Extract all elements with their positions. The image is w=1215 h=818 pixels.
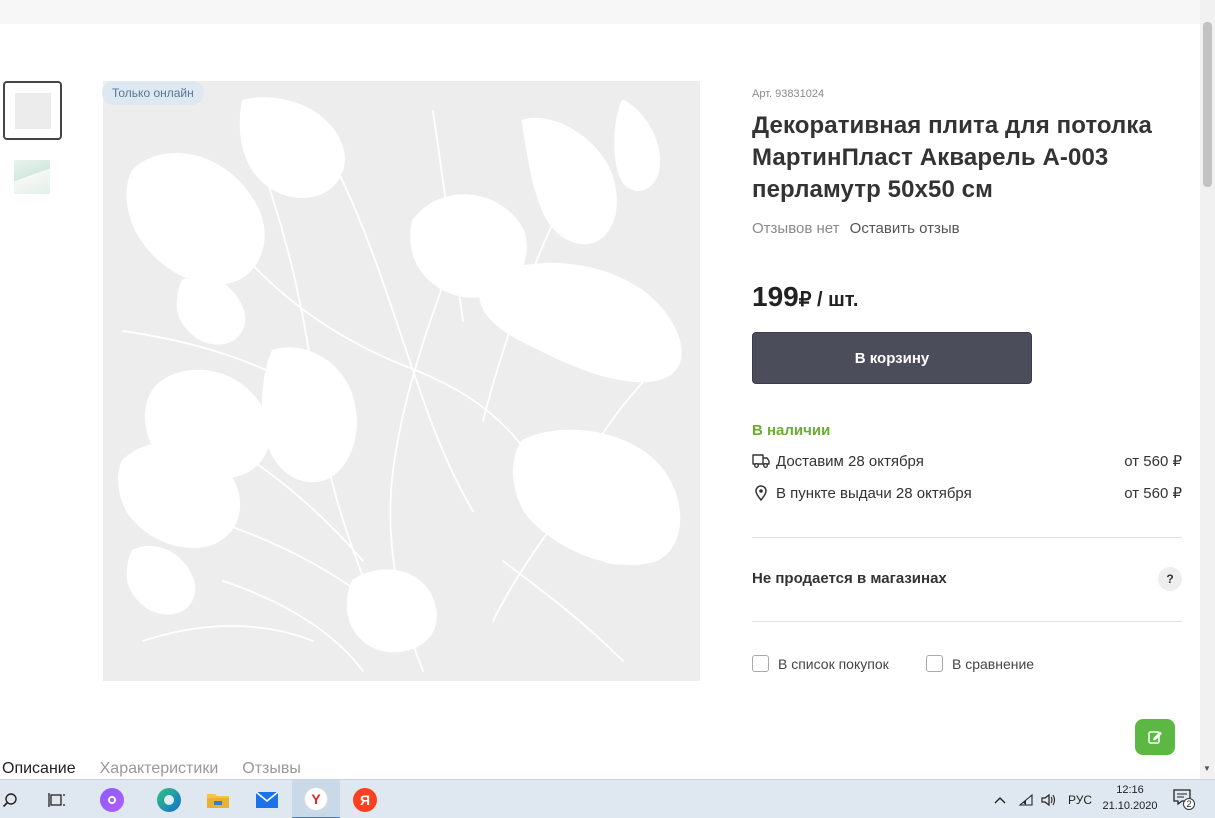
mail-icon[interactable]	[252, 780, 282, 818]
add-to-cart-button[interactable]: В корзину	[752, 332, 1032, 384]
compare-checkbox[interactable]: В сравнение	[926, 655, 1034, 672]
yandex-icon[interactable]: Я	[350, 780, 380, 818]
article-number: Арт. 93831024	[752, 88, 825, 100]
notifications-icon[interactable]: 2	[1173, 789, 1195, 811]
pickup-row: В пункте выдачи 28 октября от 560 ₽	[752, 484, 1182, 502]
clock-date: 21.10.2020	[1102, 800, 1158, 812]
scroll-down-arrow-icon[interactable]: ▼	[1203, 765, 1211, 773]
edit-icon	[1148, 731, 1162, 744]
checkbox-box[interactable]	[752, 655, 769, 672]
feedback-button[interactable]	[1135, 719, 1175, 755]
volume-icon[interactable]	[1040, 780, 1058, 818]
shopping-list-checkbox[interactable]: В список покупок	[752, 655, 889, 672]
search-icon[interactable]	[0, 780, 20, 818]
product-image[interactable]	[103, 81, 700, 681]
task-view-icon[interactable]	[45, 780, 69, 818]
shopping-list-label: В список покупок	[778, 655, 889, 672]
product-title: Декоративная плита для потолка МартинПла…	[752, 112, 1152, 203]
scrollbar-thumb[interactable]	[1203, 22, 1212, 187]
pickup-price: от 560 ₽	[1124, 485, 1182, 502]
vertical-scrollbar[interactable]: ▼	[1200, 0, 1215, 779]
price: 199₽ / шт.	[752, 281, 858, 313]
divider	[752, 537, 1182, 538]
help-icon[interactable]: ?	[1158, 567, 1182, 591]
language-indicator[interactable]: РУС	[1068, 780, 1092, 818]
floral-pattern-image	[118, 97, 682, 672]
system-clock[interactable]: 12:16 21.10.2020	[1100, 782, 1160, 814]
divider	[752, 621, 1182, 622]
online-only-badge: Только онлайн	[102, 81, 204, 105]
top-bar	[0, 0, 1200, 24]
clock-time: 12:16	[1116, 784, 1144, 796]
alice-icon[interactable]	[97, 780, 127, 818]
checkbox-box[interactable]	[926, 655, 943, 672]
chevron-up-icon[interactable]	[994, 780, 1006, 818]
not-sold-in-stores: Не продается в магазинах	[752, 570, 947, 587]
delivery-label: Доставим 28 октября	[776, 452, 924, 470]
edge-icon[interactable]	[154, 780, 184, 818]
stock-status: В наличии	[752, 422, 831, 439]
thumbnail-2[interactable]	[3, 160, 62, 196]
image-thumbnails	[3, 81, 62, 196]
tab-reviews[interactable]: Отзывы	[242, 760, 301, 778]
pickup-label: В пункте выдачи 28 октября	[776, 484, 972, 502]
file-explorer-icon[interactable]	[203, 780, 233, 818]
wifi-icon[interactable]	[1018, 780, 1034, 818]
delivery-price: от 560 ₽	[1124, 453, 1182, 470]
product-tabs: Описание Характеристики Отзывы	[2, 760, 325, 778]
thumbnail-1[interactable]	[3, 81, 62, 140]
compare-label: В сравнение	[952, 655, 1035, 672]
reviews-row: Отзывов нет Оставить отзыв	[752, 220, 960, 237]
yandex-browser-icon[interactable]: Y	[292, 780, 340, 818]
notifications-count: 2	[1183, 798, 1195, 810]
tab-characteristics[interactable]: Характеристики	[100, 760, 219, 778]
price-value: 199	[752, 281, 799, 312]
truck-icon	[752, 452, 770, 470]
windows-taskbar: Y Я РУС 12:16 21.10.2020 2	[0, 779, 1215, 818]
price-unit: ₽ / шт.	[798, 289, 859, 311]
location-pin-icon	[752, 484, 770, 502]
tab-description[interactable]: Описание	[2, 760, 76, 778]
leave-review-link[interactable]: Оставить отзыв	[850, 220, 960, 237]
delivery-row: Доставим 28 октября от 560 ₽	[752, 452, 1182, 470]
reviews-count: Отзывов нет	[752, 220, 840, 237]
